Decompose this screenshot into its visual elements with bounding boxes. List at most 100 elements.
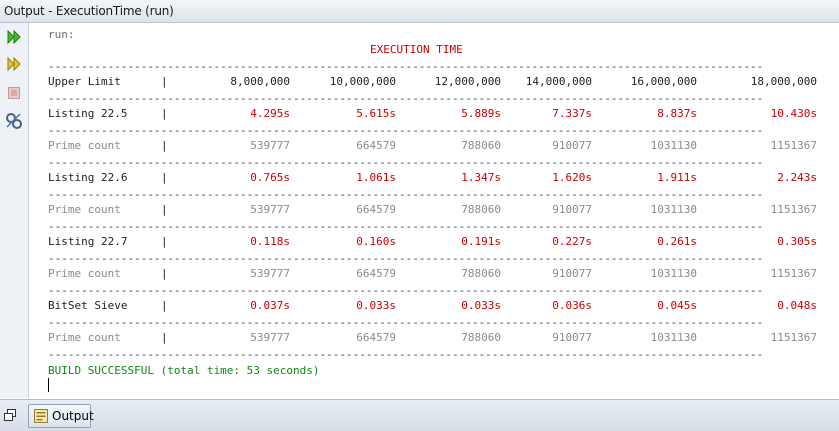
time-cell: 0.261s <box>657 235 697 248</box>
prime-count-cell: 910077 <box>552 331 592 344</box>
column-separator: | <box>161 139 168 152</box>
table-divider: ----------------------------------------… <box>48 125 804 137</box>
prime-count-cell: 539777 <box>250 139 290 152</box>
output-console[interactable]: run: EXECUTION TIME --------------------… <box>29 23 839 398</box>
time-cell: 0.191s <box>461 235 501 248</box>
table-divider: ----------------------------------------… <box>48 61 804 73</box>
time-cell: 2.243s <box>777 171 817 184</box>
prime-count-cell: 788060 <box>461 331 501 344</box>
row-label: Prime count <box>48 331 121 344</box>
rerun-button[interactable] <box>4 27 24 47</box>
settings-icon <box>6 113 22 129</box>
restore-window-icon[interactable] <box>4 409 16 421</box>
column-separator: | <box>161 171 168 184</box>
output-tab-label: Output <box>52 409 94 423</box>
divider-line: ----------------------------------------… <box>48 157 764 169</box>
column-separator: | <box>161 299 168 312</box>
column-separator: | <box>161 235 168 248</box>
time-cell: 0.765s <box>250 171 290 184</box>
prime-count-cell: 910077 <box>552 267 592 280</box>
time-cell: 0.033s <box>356 299 396 312</box>
table-divider: ----------------------------------------… <box>48 221 804 233</box>
prime-count-cell: 788060 <box>461 139 501 152</box>
divider-line: ----------------------------------------… <box>48 61 764 73</box>
row-label: Listing 22.6 <box>48 171 128 184</box>
prime-count-cell: 1151367 <box>770 139 817 152</box>
rerun-with-params-button[interactable] <box>4 54 24 74</box>
bottom-window-bar: Output <box>0 399 839 431</box>
time-cell: 5.889s <box>461 107 501 120</box>
table-divider: ----------------------------------------… <box>48 157 804 169</box>
row-label: Prime count <box>48 139 121 152</box>
upper-limit-cell: 12,000,000 <box>434 75 501 88</box>
time-cell: 0.033s <box>461 299 501 312</box>
upper-limit-cell: 18,000,000 <box>750 75 817 88</box>
header-row: Upper Limit | 8,000,000 10,000,000 12,000,00… <box>48 75 817 90</box>
divider-line: ----------------------------------------… <box>48 221 764 233</box>
prime-count-cell: 664579 <box>356 267 396 280</box>
table-divider: ----------------------------------------… <box>48 253 804 265</box>
time-cell: 0.227s <box>552 235 592 248</box>
column-separator: | <box>161 267 168 280</box>
table-divider: ----------------------------------------… <box>48 285 804 297</box>
divider-line: ----------------------------------------… <box>48 349 764 361</box>
prime-count-cell: 1031130 <box>650 331 697 344</box>
column-separator: | <box>161 75 168 88</box>
column-separator: | <box>161 331 168 344</box>
text-cursor <box>48 378 49 392</box>
table-divider: ----------------------------------------… <box>48 189 804 201</box>
time-cell: 0.118s <box>250 235 290 248</box>
divider-line: ----------------------------------------… <box>48 317 764 329</box>
window-title-bar: Output - ExecutionTime (run) <box>0 0 839 23</box>
prime-count-cell: 1031130 <box>650 139 697 152</box>
column-separator: | <box>161 107 168 120</box>
time-cell: 4.295s <box>250 107 290 120</box>
table-heading: EXECUTION TIME <box>370 43 463 56</box>
row-label: Listing 22.5 <box>48 107 128 120</box>
time-cell: 0.045s <box>657 299 697 312</box>
time-cell: 1.620s <box>552 171 592 184</box>
prime-count-cell: 539777 <box>250 267 290 280</box>
prime-count-cell: 1031130 <box>650 203 697 216</box>
time-cell: 0.036s <box>552 299 592 312</box>
time-cell: 0.160s <box>356 235 396 248</box>
row-label: Prime count <box>48 267 121 280</box>
output-window-icon <box>34 409 48 423</box>
time-cell: 0.305s <box>777 235 817 248</box>
rerun-with-params-icon <box>7 56 21 72</box>
run-label: run: <box>48 28 75 41</box>
row-label: Upper Limit <box>48 75 121 88</box>
build-status: BUILD SUCCESSFUL (total time: 53 seconds… <box>48 364 320 377</box>
divider-line: ----------------------------------------… <box>48 125 764 137</box>
time-cell: 8.837s <box>657 107 697 120</box>
time-row: Listing 22.6 | 0.765s 1.061s 1.347s 1.620s 1.9… <box>48 171 817 186</box>
prime-count-cell: 1031130 <box>650 267 697 280</box>
divider-line: ----------------------------------------… <box>48 285 764 297</box>
prime-count-cell: 910077 <box>552 203 592 216</box>
row-label: BitSet Sieve <box>48 299 128 312</box>
stop-icon <box>8 87 20 99</box>
time-cell: 5.615s <box>356 107 396 120</box>
prime-count-cell: 788060 <box>461 203 501 216</box>
output-toolbar <box>0 23 29 398</box>
prime-count-cell: 910077 <box>552 139 592 152</box>
prime-count-row: Prime count | 539777 664579 788060 910077 1031… <box>48 267 817 282</box>
stop-button[interactable] <box>4 83 24 103</box>
time-cell: 0.037s <box>250 299 290 312</box>
column-separator: | <box>161 203 168 216</box>
prime-count-row: Prime count | 539777 664579 788060 910077 1031… <box>48 139 817 154</box>
time-cell: 1.347s <box>461 171 501 184</box>
divider-line: ----------------------------------------… <box>48 253 764 265</box>
settings-button[interactable] <box>4 111 24 131</box>
time-row: Listing 22.5 | 4.295s 5.615s 5.889s 7.337s 8.8… <box>48 107 817 122</box>
upper-limit-cell: 16,000,000 <box>630 75 697 88</box>
prime-count-cell: 664579 <box>356 139 396 152</box>
row-label: Listing 22.7 <box>48 235 128 248</box>
prime-count-cell: 539777 <box>250 203 290 216</box>
table-divider: ----------------------------------------… <box>48 93 804 105</box>
output-tab[interactable]: Output <box>28 404 94 428</box>
prime-count-row: Prime count | 539777 664579 788060 910077 1031… <box>48 331 817 346</box>
time-row: BitSet Sieve | 0.037s 0.033s 0.033s 0.036s 0.0… <box>48 299 817 314</box>
window-title: Output - ExecutionTime (run) <box>4 4 174 18</box>
upper-limit-cell: 8,000,000 <box>230 75 290 88</box>
